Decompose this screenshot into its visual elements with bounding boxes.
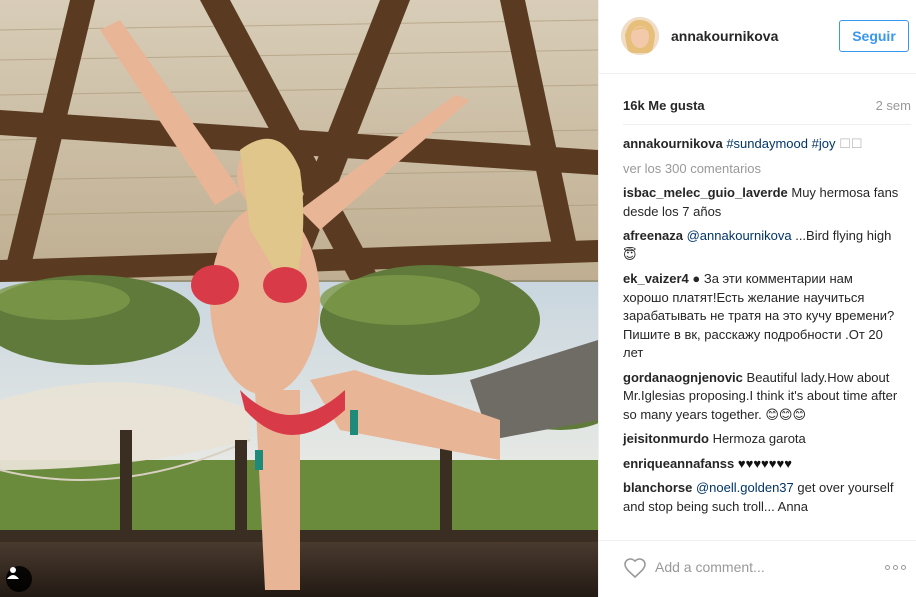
photo-illustration: [0, 0, 598, 597]
list-item: ek_vaizer4 ● За эти комментарии нам хоро…: [623, 270, 901, 363]
more-options-icon[interactable]: [885, 559, 909, 575]
avatar[interactable]: [621, 17, 659, 55]
caption-hashtags[interactable]: #sundaymood #joy: [726, 136, 835, 151]
comment-username[interactable]: jeisitonmurdo: [623, 431, 709, 446]
heart-icon[interactable]: [623, 556, 647, 580]
caption-emoji: ☐☐: [839, 136, 863, 151]
likes-row: 16k Me gusta 2 sem: [623, 98, 911, 116]
comment-username[interactable]: gordanaognjenovic: [623, 370, 743, 385]
dot: [885, 564, 890, 570]
dot: [901, 564, 906, 570]
view-all-comments-link[interactable]: ver los 300 comentarios: [623, 160, 901, 179]
list-item: afreenaza @annakournikova ...Bird flying…: [623, 227, 901, 264]
comments-list: annakournikova #sundaymood #joy ☐☐ ver l…: [623, 135, 901, 522]
dot: [893, 564, 898, 570]
user-tag-icon[interactable]: [6, 566, 32, 592]
list-item: blanchorse @noell.golden37 get over your…: [623, 479, 901, 516]
comment-username[interactable]: isbac_melec_guio_laverde: [623, 185, 788, 200]
comment-username[interactable]: ek_vaizer4: [623, 271, 689, 286]
comment-mention[interactable]: @annakournikova: [687, 228, 792, 243]
comment-username[interactable]: afreenaza: [623, 228, 683, 243]
list-item: gordanaognjenovic Beautiful lady.How abo…: [623, 369, 901, 425]
comment-username[interactable]: enriqueannafanss: [623, 456, 734, 471]
comment-box: [599, 540, 916, 597]
list-item: enriqueannafanss ♥♥♥♥♥♥♥: [623, 455, 901, 474]
post-age[interactable]: 2 sem: [876, 98, 911, 113]
comment-text: ♥♥♥♥♥♥♥: [734, 455, 792, 471]
follow-button[interactable]: Seguir: [839, 20, 909, 52]
divider: [623, 124, 911, 125]
list-item: isbac_melec_guio_laverde Muy hermosa fan…: [623, 184, 901, 221]
username[interactable]: annakournikova: [671, 28, 778, 44]
comment-username[interactable]: blanchorse: [623, 480, 692, 495]
post-details-panel: annakournikova Seguir 16k Me gusta 2 sem…: [598, 0, 916, 597]
like-count[interactable]: 16k Me gusta: [623, 98, 705, 113]
post-photo[interactable]: [0, 0, 598, 597]
person-glyph: [7, 567, 19, 579]
comment-input[interactable]: [655, 555, 855, 579]
comment-mention[interactable]: @noell.golden37: [696, 480, 794, 495]
caption: annakournikova #sundaymood #joy ☐☐: [623, 135, 901, 154]
post-header: annakournikova Seguir: [599, 0, 916, 74]
avatar-image: [621, 17, 659, 55]
comment-text: Hermoza garota: [708, 431, 806, 446]
list-item: jeisitonmurdo Hermoza garota: [623, 430, 901, 449]
caption-username[interactable]: annakournikova: [623, 136, 723, 151]
